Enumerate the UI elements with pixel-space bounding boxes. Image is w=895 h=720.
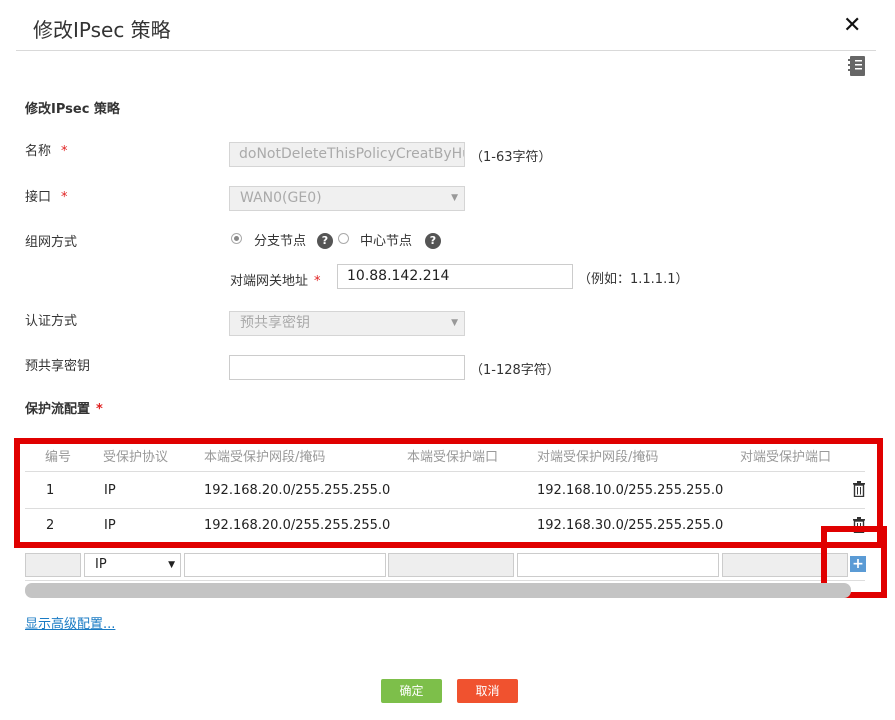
new-row-peer-net-input[interactable]	[517, 553, 719, 577]
psk-label: 预共享密钥	[25, 359, 91, 374]
help-icon[interactable]: ?	[425, 233, 441, 249]
notebook-icon[interactable]	[847, 55, 867, 77]
horizontal-scrollbar[interactable]	[25, 583, 851, 598]
section-title: 修改IPsec 策略	[25, 102, 120, 117]
auth-method-label: 认证方式	[25, 314, 78, 329]
show-advanced-link[interactable]: 显示高级配置...	[25, 613, 115, 632]
header-divider	[16, 50, 876, 51]
required-mark: *	[314, 274, 321, 289]
required-mark: *	[61, 144, 68, 159]
interface-label: 接口 *	[25, 190, 68, 205]
highlight-box	[14, 438, 883, 548]
name-hint: （1-63字符）	[470, 150, 552, 165]
psk-input[interactable]	[229, 355, 465, 380]
name-label: 名称 *	[25, 144, 68, 159]
required-mark: *	[61, 190, 68, 205]
radio-branch-label: 分支节点	[254, 234, 307, 249]
new-row-id-cell	[25, 553, 81, 577]
chevron-down-icon: ▼	[451, 193, 458, 203]
peer-gateway-label: 对端网关地址 *	[230, 274, 321, 289]
auth-method-select[interactable]: 预共享密钥 ▼	[229, 311, 465, 336]
required-mark: *	[96, 402, 103, 417]
new-row-local-net-input[interactable]	[184, 553, 386, 577]
close-icon[interactable]: ✕	[843, 13, 861, 38]
peer-gateway-input[interactable]: 10.88.142.214	[337, 264, 573, 289]
radio-branch-node[interactable]	[231, 233, 242, 244]
name-input[interactable]: doNotDeleteThisPolicyCreatByHu	[229, 142, 465, 167]
radio-center-label: 中心节点	[360, 234, 413, 249]
row-divider	[25, 580, 865, 581]
chevron-down-icon: ▼	[451, 318, 458, 328]
network-mode-label: 组网方式	[25, 235, 78, 250]
interface-select[interactable]: WAN0(GE0) ▼	[229, 186, 465, 211]
help-icon[interactable]: ?	[317, 233, 333, 249]
ok-button[interactable]: 确定	[381, 679, 442, 703]
peer-gateway-hint: （例如：1.1.1.1）	[578, 272, 689, 287]
radio-center-node[interactable]	[338, 233, 349, 244]
new-row-protocol-select[interactable]: IP ▼	[84, 553, 181, 577]
chevron-down-icon: ▼	[168, 560, 175, 570]
new-row-local-port-input[interactable]	[388, 553, 514, 577]
protect-flow-label: 保护流配置 *	[25, 402, 103, 417]
psk-hint: （1-128字符）	[470, 363, 560, 378]
cancel-button[interactable]: 取消	[457, 679, 518, 703]
dialog-title: 修改IPsec 策略	[33, 18, 171, 42]
